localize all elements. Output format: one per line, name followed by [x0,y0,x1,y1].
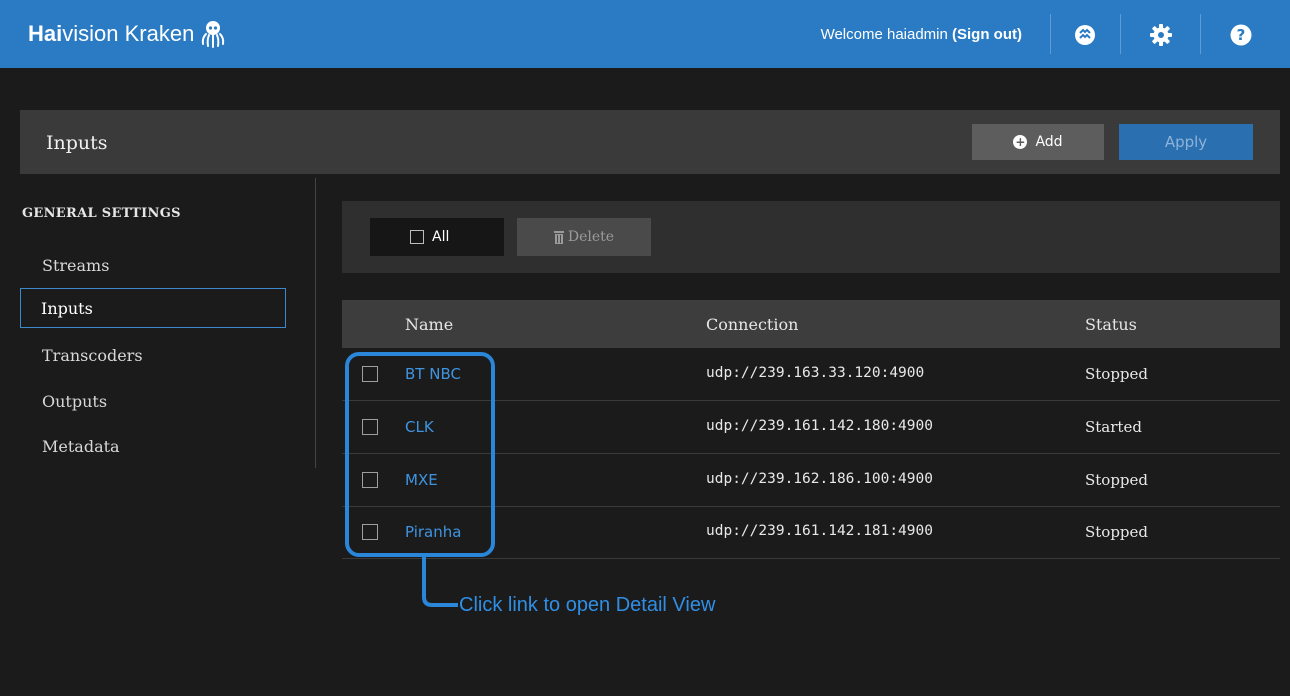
column-header-name[interactable]: Name [405,315,453,334]
input-connection: udp://239.161.142.180:4900 [706,418,933,434]
sidebar-section-title: GENERAL SETTINGS [22,206,181,221]
header-separator [1200,14,1201,54]
gear-icon[interactable] [1150,24,1172,46]
brand-name-rest: vision Kraken [62,21,195,46]
add-button[interactable]: + Add [972,124,1104,160]
sidebar-item-outputs[interactable]: Outputs [42,392,107,411]
welcome-text: Welcome haiadmin [820,26,953,43]
delete-button[interactable]: Delete [517,218,651,256]
table-header: Name Connection Status [342,300,1280,348]
svg-text:?: ? [1237,26,1246,44]
brand-logo[interactable]: Hai vision Kraken [28,18,226,50]
trash-icon [553,230,564,244]
input-status: Started [1085,418,1142,436]
haivision-status-icon[interactable] [1074,24,1096,46]
select-all-toggle[interactable]: All [370,218,504,256]
brand-name-strong: Hai [28,21,63,46]
sidebar: GENERAL SETTINGS Streams Inputs Transcod… [20,178,316,468]
apply-button[interactable]: Apply [1119,124,1253,160]
page-header-bar: Inputs + Add Apply [20,110,1280,174]
sidebar-item-streams[interactable]: Streams [42,256,109,275]
page-title: Inputs [46,132,108,154]
add-button-label: Add [1035,134,1063,150]
annotation-text: Click link to open Detail View [459,594,716,616]
header-separator [1120,14,1121,54]
list-toolbar: All Delete [342,201,1280,273]
delete-button-label: Delete [567,229,615,245]
select-all-label: All [432,229,450,245]
column-header-connection[interactable]: Connection [706,315,798,334]
annotation-highlight-box [345,352,495,557]
sidebar-item-metadata[interactable]: Metadata [42,437,120,456]
sign-out-link[interactable]: (Sign out) [952,26,1022,43]
octopus-logo-icon [202,21,225,48]
welcome-message: Welcome haiadmin (Sign out) [821,26,1022,43]
apply-button-label: Apply [1164,133,1208,151]
input-connection: udp://239.162.186.100:4900 [706,471,933,487]
sidebar-item-transcoders[interactable]: Transcoders [42,346,143,365]
header-separator [1050,14,1051,54]
sidebar-divider [315,178,316,468]
sidebar-item-label: Inputs [41,298,93,318]
annotation-connector [422,557,458,607]
help-icon[interactable]: ? [1230,24,1252,46]
select-all-checkbox[interactable] [410,230,424,244]
sidebar-item-inputs[interactable]: Inputs [20,288,286,328]
input-status: Stopped [1085,471,1149,489]
input-status: Stopped [1085,365,1149,383]
top-header: Hai vision Kraken Welcome haiadmin (Sign … [0,0,1290,68]
input-connection: udp://239.163.33.120:4900 [706,365,925,381]
input-connection: udp://239.161.142.181:4900 [706,523,933,539]
plus-circle-icon: + [1013,135,1028,149]
column-header-status[interactable]: Status [1085,315,1137,334]
input-status: Stopped [1085,523,1149,541]
